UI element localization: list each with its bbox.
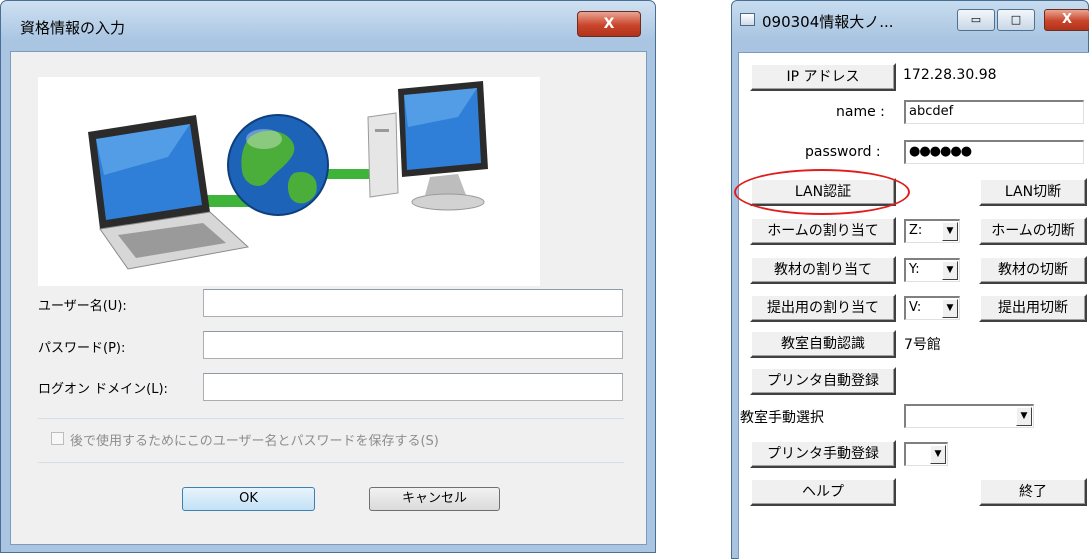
dialog-title: 資格情報の入力: [20, 19, 126, 37]
password-field[interactable]: ●●●●●●: [904, 140, 1084, 164]
help-button[interactable]: ヘルプ: [750, 478, 896, 506]
room-value: 7号館: [904, 337, 941, 353]
network-illustration-icon: [88, 81, 488, 270]
domain-field[interactable]: [203, 373, 623, 401]
home-drive-select[interactable]: Z: ▼: [904, 219, 960, 243]
printer-manual-register-button[interactable]: プリンタ手動登録: [750, 440, 896, 468]
ip-address-value: 172.28.30.98: [903, 67, 997, 83]
dialog-close-button[interactable]: X: [577, 11, 641, 37]
name-field[interactable]: abcdef: [904, 100, 1084, 124]
cancel-button[interactable]: キャンセル: [369, 487, 500, 511]
chevron-down-icon[interactable]: ▼: [1016, 407, 1032, 426]
highlight-ring: [734, 169, 910, 215]
save-credentials-label: 後で使用するためにこのユーザー名とパスワードを保存する(S): [70, 434, 439, 449]
window-close-button[interactable]: X: [1044, 9, 1089, 31]
submit-assign-button[interactable]: 提出用の割り当て: [750, 294, 896, 322]
username-field[interactable]: [203, 289, 623, 317]
ok-button[interactable]: OK: [182, 487, 315, 511]
password-label: パスワード(P):: [38, 341, 126, 356]
exit-button[interactable]: 終了: [979, 478, 1087, 506]
room-manual-select[interactable]: ▼: [904, 404, 1034, 428]
username-label: ユーザー名(U):: [38, 299, 127, 314]
submit-drive-value: V:: [909, 300, 922, 315]
chevron-down-icon[interactable]: ▼: [942, 299, 958, 318]
name-label: name :: [836, 104, 885, 120]
chevron-down-icon[interactable]: ▼: [942, 222, 958, 241]
printer-auto-register-button[interactable]: プリンタ自動登録: [750, 367, 896, 395]
submit-disconnect-button[interactable]: 提出用切断: [979, 294, 1087, 322]
window-title: 090304情報大ノ...: [762, 13, 894, 31]
room-auto-detect-button[interactable]: 教室自動認識: [750, 330, 896, 358]
password-field[interactable]: [203, 331, 623, 359]
material-disconnect-button[interactable]: 教材の切断: [979, 256, 1087, 284]
material-assign-button[interactable]: 教材の割り当て: [750, 256, 896, 284]
submit-drive-select[interactable]: V: ▼: [904, 296, 960, 320]
save-credentials-checkbox[interactable]: [51, 432, 64, 445]
domain-label: ログオン ドメイン(L):: [38, 382, 168, 397]
chevron-down-icon[interactable]: ▼: [930, 445, 946, 464]
chevron-down-icon[interactable]: ▼: [942, 261, 958, 280]
password-label: password :: [805, 144, 881, 160]
material-drive-select[interactable]: Y: ▼: [904, 258, 960, 282]
window-app-icon: [740, 13, 755, 26]
network-illustration: [38, 77, 540, 286]
home-drive-value: Z:: [909, 223, 923, 238]
ip-address-button[interactable]: IP アドレス: [750, 63, 896, 91]
separator: [38, 418, 624, 419]
material-drive-value: Y:: [909, 262, 920, 277]
printer-manual-select[interactable]: ▼: [904, 442, 948, 466]
home-assign-button[interactable]: ホームの割り当て: [750, 217, 896, 245]
maximize-button[interactable]: □: [997, 9, 1035, 31]
separator: [38, 462, 624, 463]
home-disconnect-button[interactable]: ホームの切断: [979, 217, 1087, 245]
lan-disconnect-button[interactable]: LAN切断: [979, 178, 1087, 206]
minimize-button[interactable]: ▭: [957, 9, 995, 31]
room-manual-label: 教室手動選択: [740, 410, 824, 426]
